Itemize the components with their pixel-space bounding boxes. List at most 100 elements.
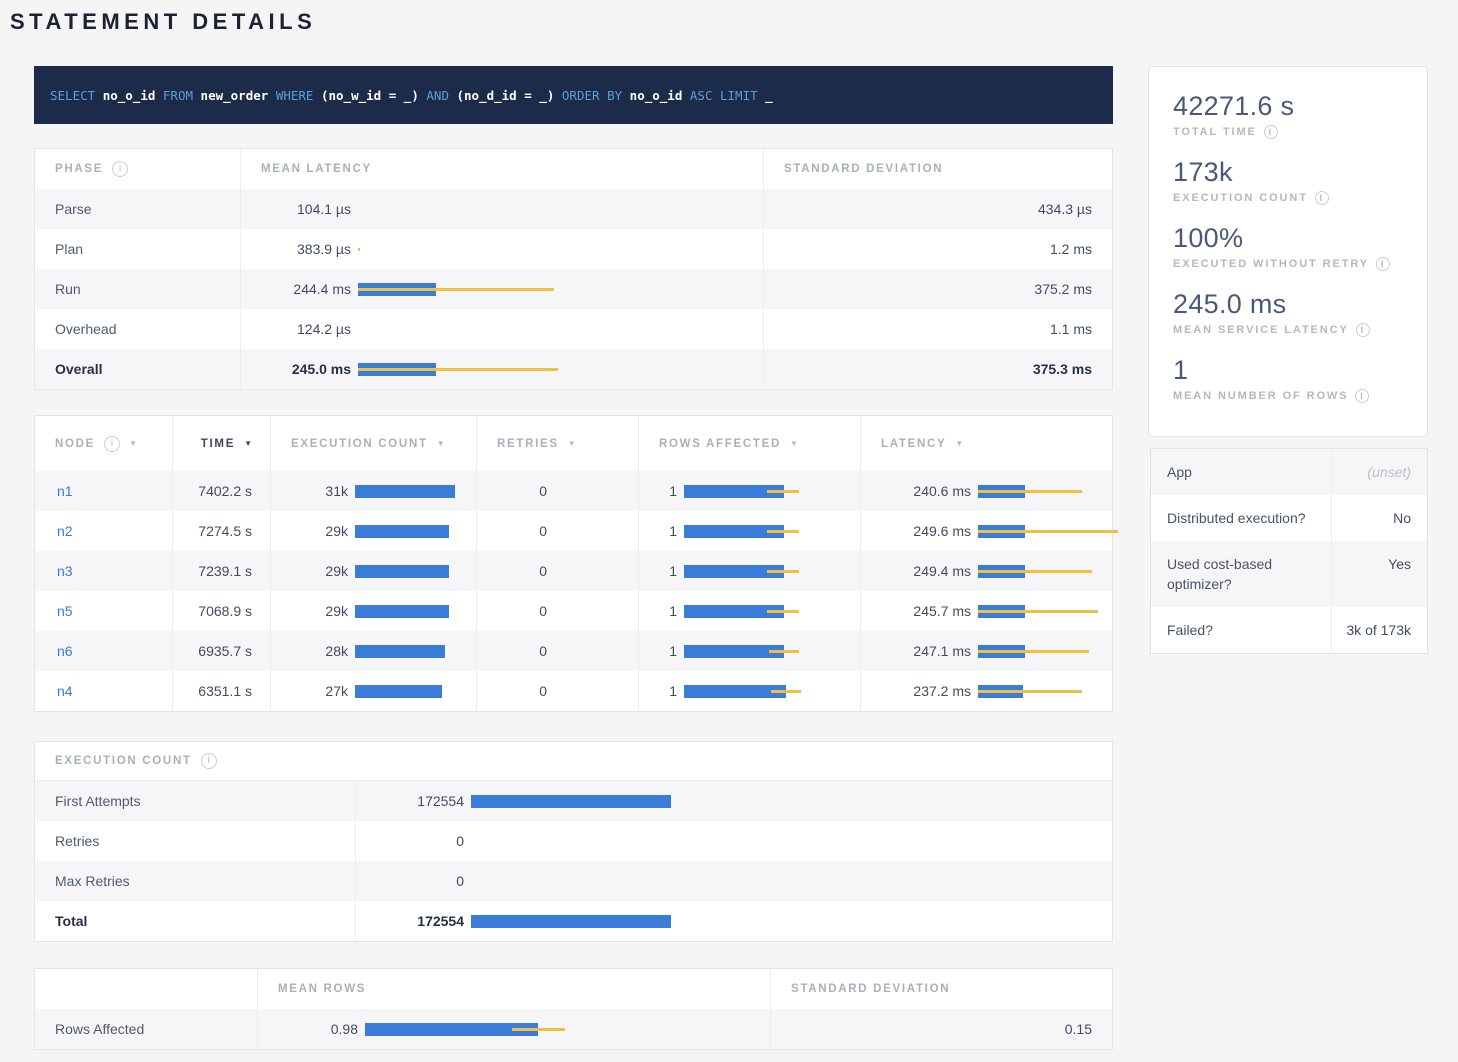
sql-identifier: no_o_id bbox=[630, 88, 683, 103]
node-table: Node i ▼ Time ▼ Execution Count ▼ Retrie… bbox=[34, 415, 1113, 712]
node-latency-cell: 240.6 ms bbox=[861, 471, 1112, 511]
info-icon[interactable]: i bbox=[1315, 191, 1329, 205]
rows-affected-column-header[interactable]: Rows Affected ▼ bbox=[639, 416, 861, 471]
execution-count-bar bbox=[355, 565, 455, 578]
retries-column-header[interactable]: Retries ▼ bbox=[477, 416, 639, 471]
bar-stddev bbox=[769, 650, 799, 653]
execution-count-title: Execution Count bbox=[55, 755, 192, 767]
phase-stddev-cell: 434.3 µs bbox=[764, 189, 1112, 229]
stddev-value: 1.2 ms bbox=[1050, 241, 1092, 257]
rows-affected-label-cell: Rows Affected bbox=[35, 1009, 258, 1049]
node-rows-affected-cell: 1 bbox=[639, 631, 861, 671]
mean-latency-column-header[interactable]: Mean Latency bbox=[241, 149, 764, 189]
node-time-cell: 7068.9 s bbox=[173, 591, 271, 631]
execution-count-table-body: First Attempts172554Retries0Max Retries0… bbox=[35, 781, 1112, 941]
info-icon[interactable]: i bbox=[1376, 257, 1390, 271]
execution-count-bar bbox=[471, 835, 671, 848]
phase-name: Run bbox=[55, 281, 81, 297]
time-column-header[interactable]: Time ▼ bbox=[173, 416, 271, 471]
stat-label-text: Mean Number of Rows bbox=[1173, 390, 1348, 402]
retries-header-label: Retries bbox=[497, 438, 559, 450]
sql-identifier: new_order bbox=[201, 88, 269, 103]
execution-count-label: First Attempts bbox=[55, 793, 141, 809]
phase-stddev-cell: 375.2 ms bbox=[764, 269, 1112, 309]
execution-count-column-header[interactable]: Execution Count ▼ bbox=[271, 416, 477, 471]
phase-column-header[interactable]: Phase i bbox=[35, 149, 241, 189]
bar-stddev bbox=[767, 570, 799, 573]
info-icon[interactable]: i bbox=[104, 436, 120, 452]
info-icon[interactable]: i bbox=[1355, 389, 1369, 403]
statement-attributes-body: App(unset)Distributed execution?NoUsed c… bbox=[1151, 449, 1427, 653]
node-link[interactable]: n4 bbox=[57, 683, 73, 699]
mean-rows-column-header: Mean Rows bbox=[258, 969, 771, 1009]
node-time-cell: 7239.1 s bbox=[173, 551, 271, 591]
phase-table-body: Parse104.1 µs434.3 µsPlan383.9 µs1.2 msR… bbox=[35, 189, 1112, 389]
sql-identifier: (no_w_id bbox=[321, 88, 381, 103]
node-rows-affected-cell: 1 bbox=[639, 511, 861, 551]
phase-name-cell: Overall bbox=[35, 349, 241, 389]
latency-bar bbox=[358, 363, 558, 376]
latency-column-header[interactable]: Latency ▼ bbox=[861, 416, 1112, 471]
node-time-value: 7402.2 s bbox=[198, 483, 252, 499]
node-link[interactable]: n3 bbox=[57, 563, 73, 579]
stat-label-text: Total Time bbox=[1173, 126, 1257, 138]
node-id-cell: n6 bbox=[35, 631, 173, 671]
phase-name-cell: Run bbox=[35, 269, 241, 309]
execution-count-value: 27k bbox=[291, 683, 348, 699]
phase-stddev-cell: 375.3 ms bbox=[764, 349, 1112, 389]
info-icon[interactable]: i bbox=[201, 753, 217, 769]
latency-bar bbox=[978, 485, 1128, 498]
stat-label: Executed without Retryi bbox=[1173, 257, 1409, 271]
bar-stddev bbox=[358, 288, 554, 291]
stddev-header-label: Standard Deviation bbox=[784, 163, 943, 175]
sort-icon: ▼ bbox=[790, 439, 798, 448]
node-column-header[interactable]: Node i ▼ bbox=[35, 416, 173, 471]
phase-name-cell: Parse bbox=[35, 189, 241, 229]
execution-count-bar bbox=[471, 875, 671, 888]
latency-value: 249.4 ms bbox=[881, 563, 971, 579]
attribute-value: Yes bbox=[1332, 541, 1427, 607]
node-retries-cell: 0 bbox=[477, 671, 639, 711]
info-icon[interactable]: i bbox=[1264, 125, 1278, 139]
mean-latency-value: 383.9 µs bbox=[261, 241, 351, 257]
phase-mean-latency-cell: 245.0 ms bbox=[241, 349, 764, 389]
execution-count-value: 172554 bbox=[376, 793, 464, 809]
node-link[interactable]: n1 bbox=[57, 483, 73, 499]
stat-value: 245.0 ms bbox=[1173, 289, 1409, 320]
retries-value: 0 bbox=[497, 563, 547, 579]
execution-count-header-label: Execution Count bbox=[291, 438, 428, 450]
page-title: STATEMENT DETAILS bbox=[10, 9, 316, 35]
phase-mean-latency-cell: 104.1 µs bbox=[241, 189, 764, 229]
sql-keyword: FROM bbox=[163, 88, 193, 103]
rows-affected-bar bbox=[684, 525, 799, 538]
node-link[interactable]: n5 bbox=[57, 603, 73, 619]
info-icon[interactable]: i bbox=[112, 161, 128, 177]
execution-count-value: 29k bbox=[291, 523, 348, 539]
node-retries-cell: 0 bbox=[477, 511, 639, 551]
latency-bar bbox=[978, 645, 1128, 658]
stddev-column-header[interactable]: Standard Deviation bbox=[764, 149, 1112, 189]
execution-count-label-cell: Retries bbox=[35, 821, 356, 861]
phase-table: Phase i Mean Latency Standard Deviation … bbox=[34, 148, 1113, 390]
info-icon[interactable]: i bbox=[1356, 323, 1370, 337]
stat-label: Total Time i bbox=[1173, 125, 1409, 139]
summary-stat: 1Mean Number of Rowsi bbox=[1173, 355, 1409, 403]
node-link[interactable]: n6 bbox=[57, 643, 73, 659]
summary-stat: 245.0 msMean Service Latencyi bbox=[1173, 289, 1409, 337]
execution-count-label-cell: Max Retries bbox=[35, 861, 356, 901]
execution-count-value: 29k bbox=[291, 563, 348, 579]
latency-bar bbox=[358, 203, 558, 216]
retries-value: 0 bbox=[497, 523, 547, 539]
sort-icon: ▼ bbox=[568, 439, 576, 448]
phase-row: Overhead124.2 µs1.1 ms bbox=[35, 309, 1112, 349]
phase-name-cell: Overhead bbox=[35, 309, 241, 349]
node-table-body: n17402.2 s31k01240.6 msn27274.5 s29k0124… bbox=[35, 471, 1112, 711]
node-link[interactable]: n2 bbox=[57, 523, 73, 539]
sql-keyword: WHERE bbox=[276, 88, 314, 103]
rows-affected-value: 1 bbox=[659, 523, 677, 539]
stddev-value: 375.2 ms bbox=[1034, 281, 1092, 297]
execution-count-row: First Attempts 172554 bbox=[35, 781, 1112, 821]
rows-affected-value: 1 bbox=[659, 563, 677, 579]
attribute-row: Used cost-based optimizer?Yes bbox=[1151, 541, 1427, 607]
rows-affected-value: 1 bbox=[659, 603, 677, 619]
